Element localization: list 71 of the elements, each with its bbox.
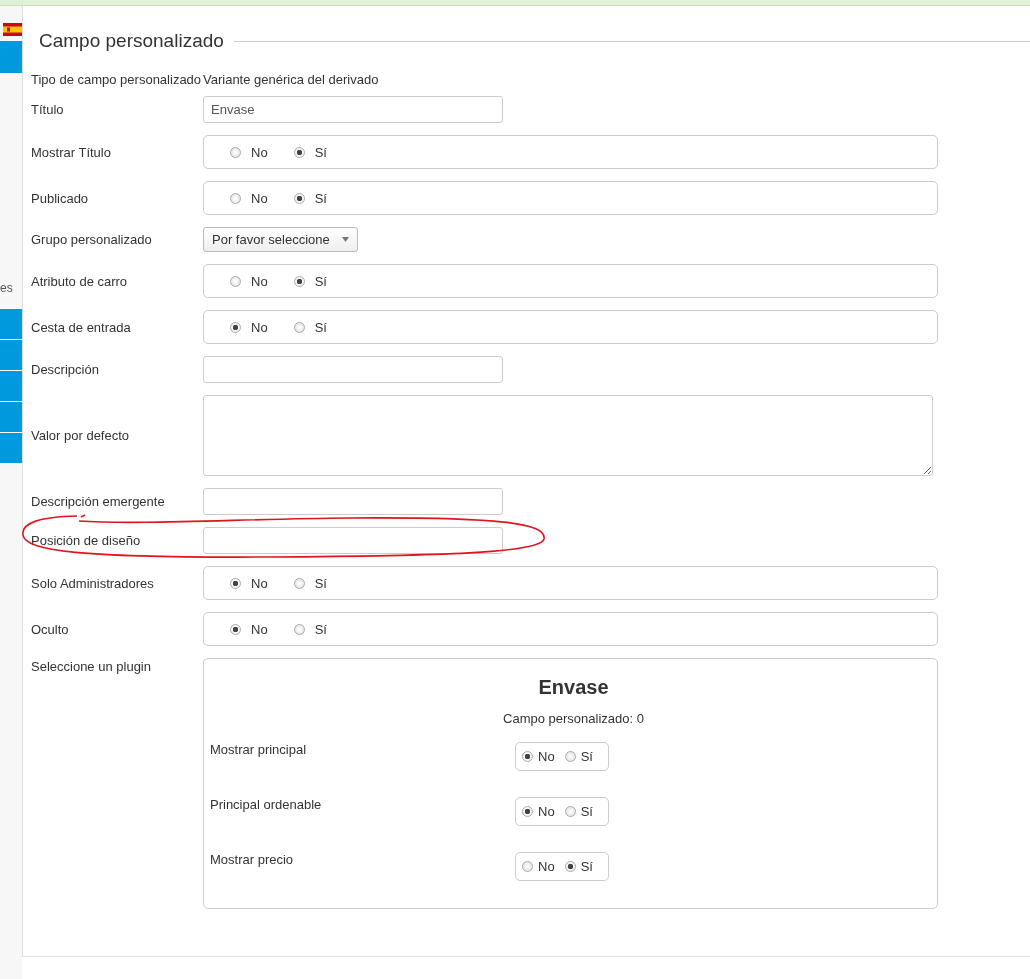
field-label: Posición de diseño [31,533,142,548]
text-area[interactable] [203,395,933,476]
text-field[interactable] [203,356,503,383]
sidebar-item[interactable] [0,371,22,402]
sidebar-text: es [0,281,14,295]
radio-button[interactable] [230,577,241,589]
field-label: Oculto [31,621,70,637]
plugin-title: Envase [538,676,609,699]
radio-button[interactable] [293,146,305,158]
radio-button[interactable] [293,577,305,589]
radio-label: Sí [314,575,327,591]
field-label: Descripción emergente [31,494,166,509]
radio-label: Sí [314,319,327,335]
field-label: Valor por defecto [31,428,131,443]
sidebar-item[interactable] [0,340,22,371]
field-label: Tipo de campo personalizado [31,72,203,87]
radio-label: Sí [314,144,327,160]
field-label: Atributo de carro [31,273,129,289]
text-field[interactable] [203,488,503,515]
radio-button[interactable] [293,623,305,635]
radio-label: Sí [314,273,327,289]
radio-button[interactable] [564,751,576,762]
radio-button[interactable] [293,321,305,333]
radio-button[interactable] [230,192,241,204]
fieldset-legend: Campo personalizado [31,30,234,52]
radio-label: No [538,749,555,764]
radio-label: No [251,319,268,335]
radio-button[interactable] [230,321,241,333]
field-value: Variante genérica del derivado [203,72,379,87]
radio-button[interactable] [293,275,305,287]
field-label: Título [31,102,65,117]
field-label: Seleccione un plugin [31,658,152,674]
radio-button[interactable] [522,751,533,762]
radio-label: No [251,621,268,637]
sidebar-item[interactable] [0,433,22,464]
field-label: Grupo personalizado [31,232,153,247]
option-label: Principal ordenable [210,797,323,812]
radio-button[interactable] [522,861,533,872]
radio-label: No [251,144,268,160]
text-field[interactable]: Envase [203,96,503,123]
radio-button[interactable] [564,861,576,872]
radio-label: No [538,804,555,819]
radio-button[interactable] [564,806,576,817]
text-field[interactable] [203,527,503,554]
field-label: Descripción [31,362,100,377]
radio-label: Sí [580,749,593,764]
radio-button[interactable] [293,192,305,204]
flag-icon [3,23,23,36]
option-label: Mostrar principal [210,742,308,757]
field-label: Solo Administradores [31,575,155,591]
radio-label: Sí [314,190,327,206]
radio-button[interactable] [230,275,241,287]
radio-label: No [251,575,268,591]
radio-button[interactable] [230,146,241,158]
radio-label: Sí [314,621,327,637]
radio-label: No [251,273,268,289]
radio-label: No [538,859,555,874]
group-dropdown[interactable]: Por favor seleccione [203,227,358,252]
field-label: Mostrar Título [31,144,112,160]
sidebar-item[interactable] [0,309,22,340]
sidebar-item[interactable] [0,402,22,433]
option-label: Mostrar precio [210,852,295,867]
radio-label: No [251,190,268,206]
radio-button[interactable] [522,806,533,817]
field-label: Publicado [31,190,90,206]
radio-button[interactable] [230,623,241,635]
radio-label: Sí [580,804,593,819]
radio-label: Sí [580,859,593,874]
plugin-subtitle: Campo personalizado: 0 [503,711,644,726]
field-label: Cesta de entrada [31,319,132,335]
caret-icon [341,237,349,242]
